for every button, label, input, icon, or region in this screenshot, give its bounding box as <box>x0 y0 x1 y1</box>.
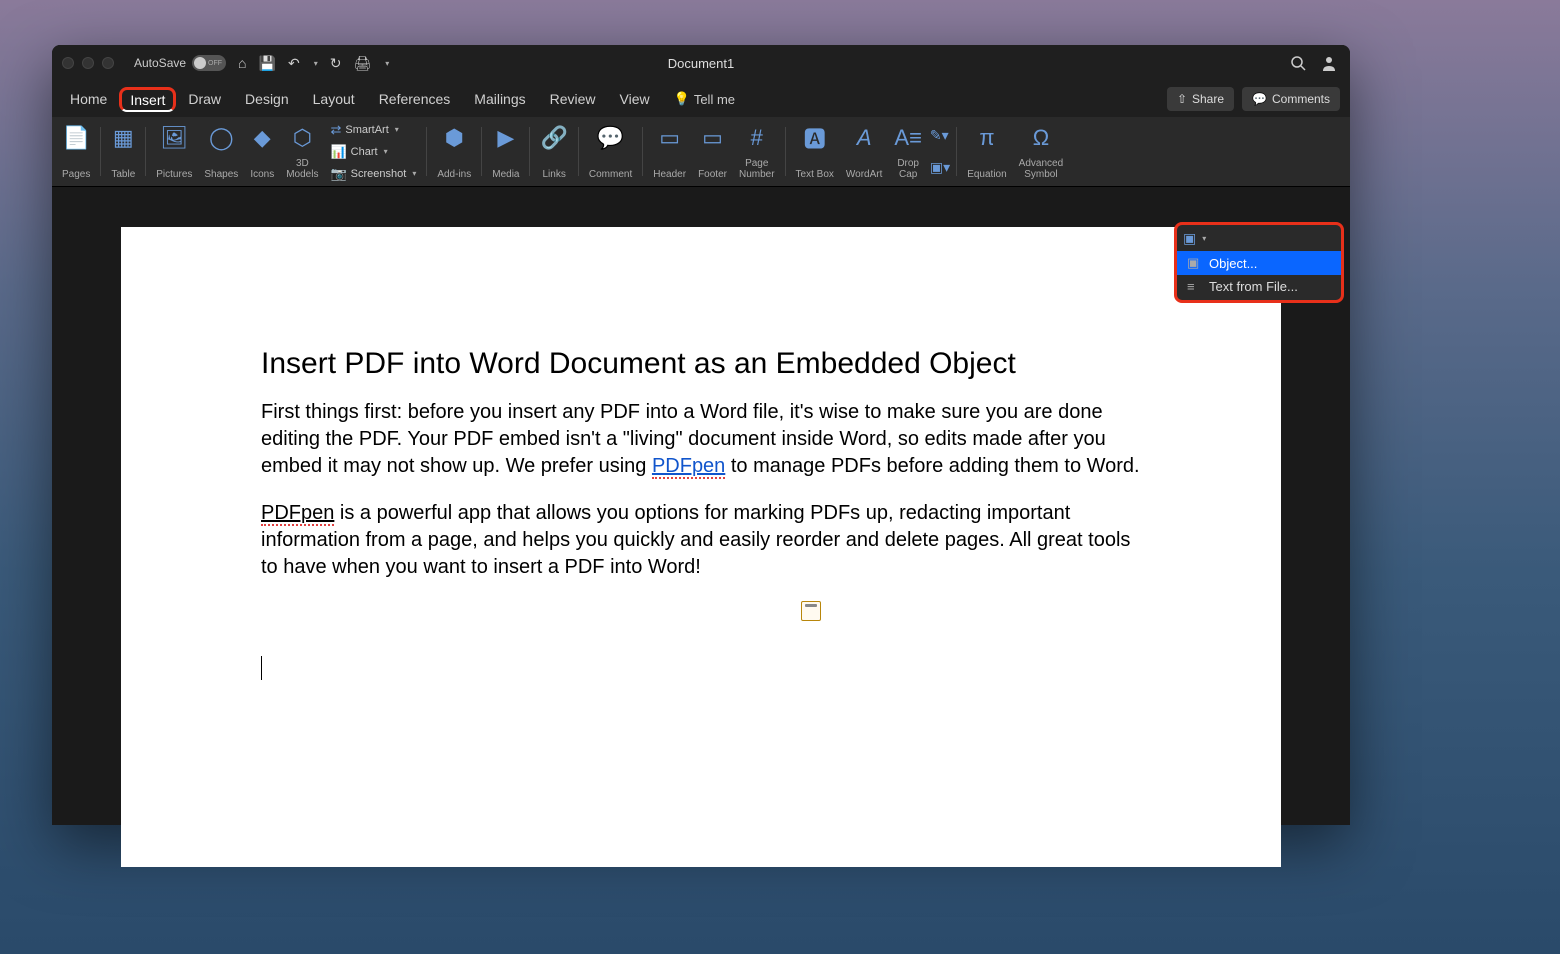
addin-icon: ⬢ <box>445 123 464 153</box>
models-button[interactable]: ⬡ 3D Models <box>282 121 322 182</box>
wordart-icon: A <box>857 123 872 153</box>
ribbon-insert: 📄 Pages ▦ Table 🖼 Pictures ◯ Shapes ◆ Ic… <box>52 117 1350 187</box>
tab-mailings[interactable]: Mailings <box>462 85 537 113</box>
equation-button[interactable]: π Equation <box>963 121 1010 182</box>
icons-button[interactable]: ◆ Icons <box>246 121 278 182</box>
shapes-button[interactable]: ◯ Shapes <box>200 121 242 182</box>
doc-heading: Insert PDF into Word Document as an Embe… <box>261 347 1141 381</box>
undo-icon[interactable]: ↶ <box>288 55 300 72</box>
pdfpen-link[interactable]: PDFpen <box>652 455 725 479</box>
object-dropdown-trigger[interactable]: ▣ ▾ <box>1177 225 1341 251</box>
cube-icon: ⬡ <box>293 123 312 153</box>
menu-item-object[interactable]: ▣ Object... <box>1177 251 1341 275</box>
tab-home[interactable]: Home <box>58 85 119 113</box>
tab-design[interactable]: Design <box>233 85 301 113</box>
tab-references[interactable]: References <box>367 85 463 113</box>
footer-button[interactable]: ▭ Footer <box>694 121 731 182</box>
document-title: Document1 <box>668 56 734 71</box>
dropcap-icon: A≡ <box>894 123 922 153</box>
share-button[interactable]: ⇧ Share <box>1167 87 1234 111</box>
page-icon: 📄 <box>62 123 89 153</box>
table-icon: ▦ <box>113 123 134 153</box>
media-icon: ▶ <box>497 123 514 153</box>
text-file-icon: ≡ <box>1187 279 1201 294</box>
textbox-icon: 🅰 <box>804 123 826 153</box>
tab-layout[interactable]: Layout <box>301 85 367 113</box>
comments-button[interactable]: 💬 Comments <box>1242 87 1340 111</box>
page[interactable]: Insert PDF into Word Document as an Embe… <box>121 227 1281 867</box>
pictures-button[interactable]: 🖼 Pictures <box>152 121 196 182</box>
tab-view[interactable]: View <box>608 85 662 113</box>
ribbon-tabs: Home Insert Draw Design Layout Reference… <box>52 81 1350 117</box>
header-button[interactable]: ▭ Header <box>649 121 690 182</box>
paste-options-icon[interactable] <box>801 601 821 621</box>
picture-icon: 🖼 <box>160 123 188 153</box>
header-icon: ▭ <box>659 123 680 153</box>
quick-access-toolbar: ⌂ 💾 ↶ ▾ ↻ 🖨 ▾ <box>238 55 389 72</box>
footer-icon: ▭ <box>702 123 723 153</box>
wordart-button[interactable]: A WordArt <box>842 121 887 182</box>
minimize-button[interactable] <box>82 57 94 69</box>
text-cursor <box>261 656 262 680</box>
window-controls <box>62 57 114 69</box>
titlebar: AutoSave OFF ⌂ 💾 ↶ ▾ ↻ 🖨 ▾ Document1 <box>52 45 1350 81</box>
textbox-button[interactable]: 🅰 Text Box <box>792 121 838 182</box>
pages-button[interactable]: 📄 Pages <box>58 121 94 182</box>
save-icon[interactable]: 💾 <box>259 55 276 72</box>
zoom-button[interactable] <box>102 57 114 69</box>
media-button[interactable]: ▶ Media <box>488 121 523 182</box>
smartart-button[interactable]: ⇄SmartArt▾ <box>326 120 420 140</box>
link-icon: 🔗 <box>540 123 567 153</box>
tab-review[interactable]: Review <box>538 85 608 113</box>
bulb-icon: 💡 <box>674 91 690 107</box>
search-icon[interactable] <box>1290 55 1306 71</box>
chart-button[interactable]: 📊Chart▾ <box>326 142 420 162</box>
undo-dropdown[interactable]: ▾ <box>314 59 318 68</box>
camera-icon: 📷 <box>330 166 346 182</box>
menu-item-text-from-file[interactable]: ≡ Text from File... <box>1177 275 1341 298</box>
doc-paragraph-1: First things first: before you insert an… <box>261 399 1141 480</box>
page-number-icon: # <box>751 123 763 153</box>
document-area: Insert PDF into Word Document as an Embe… <box>52 187 1350 825</box>
object-dropdown-menu: ▣ ▾ ▣ Object... ≡ Text from File... <box>1174 222 1344 303</box>
doc-paragraph-2: PDFpen is a powerful app that allows you… <box>261 500 1141 581</box>
signature-icon[interactable]: ✎▾ <box>930 127 950 144</box>
qat-dropdown[interactable]: ▾ <box>385 59 389 68</box>
home-icon[interactable]: ⌂ <box>238 55 246 71</box>
comment-icon: 💬 <box>1252 92 1267 106</box>
links-button[interactable]: 🔗 Links <box>536 121 571 182</box>
object-small-icon: ▣ <box>1183 230 1196 247</box>
shapes-icon: ◯ <box>209 123 234 153</box>
chart-icon: 📊 <box>330 144 346 160</box>
close-button[interactable] <box>62 57 74 69</box>
print-icon[interactable]: 🖨 <box>353 55 371 72</box>
redo-icon[interactable]: ↻ <box>330 55 342 72</box>
new-comment-icon: 💬 <box>597 123 624 153</box>
tellme-search[interactable]: 💡 Tell me <box>674 91 735 107</box>
pi-icon: π <box>979 123 994 153</box>
table-button[interactable]: ▦ Table <box>107 121 139 182</box>
comment-button[interactable]: 💬 Comment <box>585 121 636 182</box>
tab-draw[interactable]: Draw <box>176 85 233 113</box>
share-icon: ⇧ <box>1177 92 1187 106</box>
object-item-icon: ▣ <box>1187 255 1201 271</box>
object-icon[interactable]: ▣▾ <box>930 159 950 176</box>
autosave-toggle[interactable]: OFF <box>192 55 226 71</box>
icons-icon: ◆ <box>254 123 271 153</box>
chevron-down-icon: ▾ <box>1202 234 1206 243</box>
addins-button[interactable]: ⬢ Add-ins <box>433 121 475 182</box>
tab-insert[interactable]: Insert <box>119 87 176 112</box>
pagenumber-button[interactable]: # Page Number <box>735 121 779 182</box>
dropcap-button[interactable]: A≡ Drop Cap <box>890 121 926 182</box>
app-window: AutoSave OFF ⌂ 💾 ↶ ▾ ↻ 🖨 ▾ Document1 Hom… <box>52 45 1350 825</box>
smartart-icon: ⇄ <box>330 122 341 138</box>
screenshot-button[interactable]: 📷Screenshot▾ <box>326 164 420 184</box>
user-icon[interactable] <box>1320 54 1338 72</box>
symbol-button[interactable]: Ω Advanced Symbol <box>1015 121 1067 182</box>
omega-icon: Ω <box>1033 123 1049 153</box>
autosave-label: AutoSave <box>134 56 186 70</box>
